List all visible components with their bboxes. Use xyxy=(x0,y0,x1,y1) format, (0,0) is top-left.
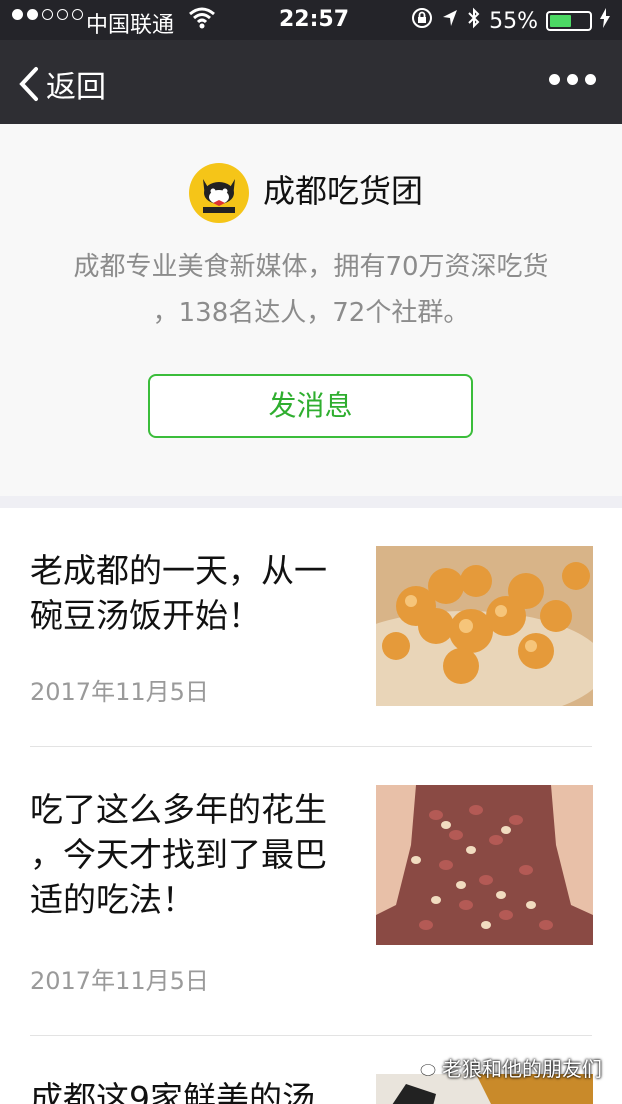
wechat-icon xyxy=(413,1059,436,1076)
title-line: 碗豆汤饭开始！ xyxy=(30,596,261,635)
account-description: 成都专业美食新媒体，拥有70万资深吃货 ，138名达人，72个社群。 xyxy=(0,244,622,336)
send-message-button[interactable]: 发消息 xyxy=(148,374,473,438)
account-profile: 成都吃货团 成都专业美食新媒体，拥有70万资深吃货 ，138名达人，72个社群。… xyxy=(0,124,622,496)
article-title: 老成都的一天，从一 碗豆汤饭开始！ xyxy=(30,548,350,638)
title-line: ，今天才找到了最巴 xyxy=(30,835,327,874)
back-button[interactable]: 返回 xyxy=(18,62,106,106)
bluetooth-icon xyxy=(467,7,481,35)
watermark: 老狼和他的朋友们 xyxy=(412,1053,602,1082)
account-avatar xyxy=(189,163,249,223)
battery-percent: 55% xyxy=(489,8,538,34)
article-date: 2017年11月5日 xyxy=(30,967,209,995)
wifi-icon xyxy=(188,6,216,36)
location-arrow-icon xyxy=(441,8,459,34)
charging-bolt-icon xyxy=(600,8,610,34)
battery-level-fill xyxy=(550,15,571,27)
article-item[interactable]: 老成都的一天，从一 碗豆汤饭开始！ 2017年11月5日 xyxy=(0,508,622,746)
description-line: ，138名达人，72个社群。 xyxy=(152,298,470,328)
title-line: 吃了这么多年的花生 xyxy=(30,790,327,829)
article-list: 老成都的一天，从一 碗豆汤饭开始！ 2017年11月5日 吃了这么多年的花生 ，… xyxy=(0,508,622,1104)
article-thumbnail xyxy=(376,785,593,945)
signal-strength-icon xyxy=(12,9,83,20)
rotation-lock-icon xyxy=(411,7,433,35)
article-item[interactable]: 吃了这么多年的花生 ，今天才找到了最巴 适的吃法！ 2017年11月5日 xyxy=(0,747,622,1035)
title-line: 老成都的一天，从一 xyxy=(30,551,327,590)
article-title: 成都这9家鲜美的汤 xyxy=(30,1076,350,1104)
navigation-bar: 返回 xyxy=(0,40,622,124)
article-thumbnail xyxy=(376,546,593,706)
chevron-left-icon xyxy=(19,67,38,101)
description-line: 成都专业美食新媒体，拥有70万资深吃货 xyxy=(73,252,549,282)
title-line: 适的吃法！ xyxy=(30,880,195,919)
article-date: 2017年11月5日 xyxy=(30,678,209,706)
clock: 22:57 xyxy=(279,7,350,32)
more-options-icon[interactable] xyxy=(549,74,596,85)
battery-icon xyxy=(546,11,592,31)
status-bar: 中国联通 22:57 55% xyxy=(0,0,622,40)
watermark-text: 老狼和他的朋友们 xyxy=(442,1057,602,1081)
carrier-name: 中国联通 xyxy=(86,13,175,38)
back-label: 返回 xyxy=(46,70,106,105)
title-line: 成都这9家鲜美的汤 xyxy=(30,1079,315,1104)
account-name: 成都吃货团 xyxy=(263,172,424,210)
article-title: 吃了这么多年的花生 ，今天才找到了最巴 适的吃法！ xyxy=(30,787,350,922)
